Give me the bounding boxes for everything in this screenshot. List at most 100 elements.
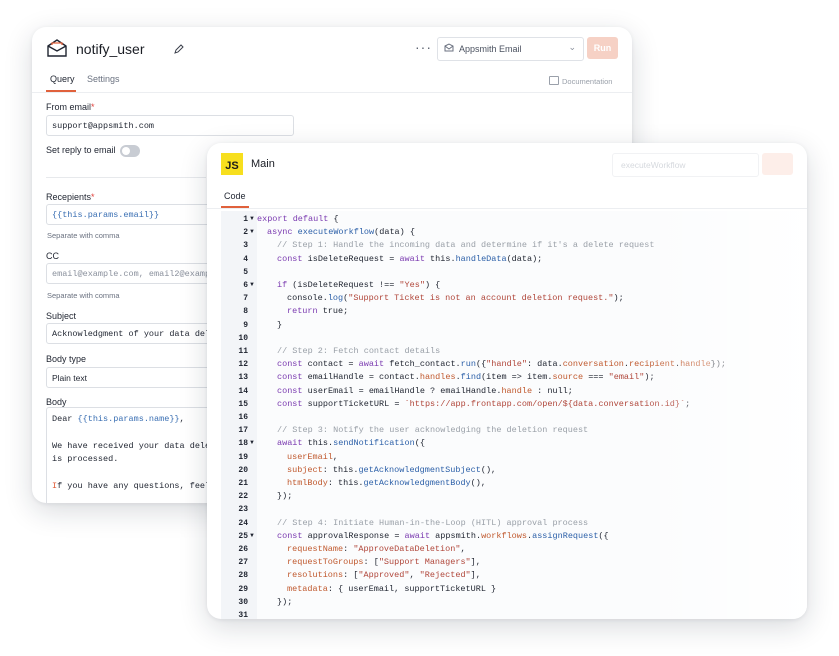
recipients-label: Recepients* [46, 192, 95, 202]
body-line-1: Dear {{this.params.name}}, [52, 414, 185, 424]
code-token: (item => item. [481, 372, 553, 383]
function-select[interactable]: executeWorkflow [612, 153, 759, 177]
line-number: 16 [238, 413, 248, 422]
code-token: "Approved" [358, 570, 410, 581]
code-token: run [460, 359, 476, 370]
code-line: // Step 1: Handle the incoming data and … [277, 239, 654, 252]
code-token: assignRequest [532, 530, 599, 541]
fold-arrow-icon[interactable]: ▼ [249, 437, 255, 450]
chevron-down-icon: ⌄ [568, 42, 576, 52]
code-token: handle [680, 359, 711, 370]
cc-hint: Separate with comma [47, 291, 120, 300]
code-token: contact = [302, 359, 359, 370]
line-number: 1 [243, 215, 248, 224]
query-name[interactable]: notify_user [76, 41, 144, 57]
code-line: if (isDeleteRequest !== "Yes") { [277, 279, 440, 292]
code-line: requestToGroups: ["Support Managers"], [287, 556, 481, 569]
code-token: isDeleteRequest = [302, 253, 400, 264]
code-token: === [583, 372, 609, 383]
code-token: if [277, 280, 288, 290]
reply-to-label: Set reply to email [46, 145, 116, 155]
code-token: "Yes" [399, 280, 425, 290]
line-number: 4 [243, 254, 248, 264]
documentation-link[interactable]: Documentation [549, 76, 612, 86]
line-number: 13 [238, 373, 248, 383]
code-token: supportTicketURL = [302, 398, 405, 409]
code-token: ; [685, 398, 691, 409]
code-token: ({ [598, 530, 609, 541]
line-number: 21 [238, 479, 248, 488]
code-token: ({ [414, 438, 425, 449]
documentation-label: Documentation [562, 77, 613, 86]
code-token: userEmail = emailHandle ? emailHandle. [302, 385, 502, 396]
code-token: : [ [343, 570, 359, 581]
code-line: requestName: "ApproveDataDeletion", [287, 543, 466, 556]
line-number: 2 [243, 228, 248, 238]
tab-query[interactable]: Query [50, 74, 75, 84]
mail-icon [444, 43, 454, 54]
fold-arrow-icon[interactable]: ▼ [249, 530, 255, 543]
js-object-name[interactable]: Main [251, 158, 275, 170]
code-token: `https://app.frontapp.com/open/${data.co… [404, 398, 686, 409]
code-line: }); [277, 490, 292, 503]
code-token: (), [480, 464, 497, 475]
datasource-select[interactable]: Appsmith Email ⌄ [437, 37, 584, 61]
code-token: metadata [287, 583, 328, 594]
line-number: 28 [238, 571, 248, 581]
code-token: getAcknowledgmentBody [363, 478, 471, 488]
tabs-divider [32, 92, 632, 93]
fold-arrow-icon[interactable]: ▼ [249, 213, 255, 226]
code-token: resolutions [287, 570, 344, 581]
code-line: const contact = await fetch_contact.run(… [277, 358, 726, 371]
code-token: "Support Ticket is not an account deleti… [348, 293, 614, 304]
run-button[interactable]: Run [587, 37, 618, 59]
line-number: 31 [238, 611, 248, 619]
from-email-field[interactable]: support@appsmith.com [46, 115, 294, 136]
code-token: (isDeleteRequest !== [287, 280, 400, 290]
code-token: await [399, 253, 425, 264]
code-token: const [277, 530, 303, 541]
code-token: , [332, 451, 339, 462]
line-number: 10 [238, 333, 248, 343]
code-token: handleData [455, 253, 507, 264]
fold-arrow-icon[interactable]: ▼ [249, 279, 255, 292]
code-line: const isDeleteRequest = await this.handl… [277, 253, 542, 266]
line-number: 27 [238, 558, 248, 568]
more-options-icon[interactable]: ··· [415, 39, 432, 55]
line-number: 3 [243, 241, 248, 251]
line-number: 17 [238, 426, 248, 436]
code-line: async executeWorkflow(data) { [267, 226, 415, 239]
code-token: const [277, 398, 303, 409]
js-run-button[interactable] [762, 153, 793, 175]
code-token: log [327, 293, 344, 304]
book-icon [549, 76, 559, 85]
code-token: // Step 1: Handle the incoming data and … [277, 240, 655, 251]
code-token: (data) { [374, 227, 415, 238]
code-token: fetch_contact. [384, 359, 461, 370]
code-token: "Support Managers" [378, 557, 471, 568]
body-text: Dear [52, 414, 78, 424]
code-token: find [460, 372, 482, 383]
code-line: } [277, 319, 282, 332]
reply-to-toggle[interactable] [120, 145, 140, 157]
code-token: { [328, 214, 339, 224]
edit-name-icon[interactable] [174, 41, 184, 59]
code-token: this. [424, 253, 456, 264]
tab-code[interactable]: Code [224, 191, 246, 201]
code-token: requestToGroups [287, 557, 364, 568]
line-number: 14 [238, 386, 248, 396]
fold-arrow-icon[interactable]: ▼ [249, 226, 255, 239]
code-token: true; [317, 306, 349, 317]
code-token: handles [419, 372, 456, 383]
code-line: resolutions: ["Approved", "Rejected"], [287, 569, 481, 582]
code-line: metadata: { userEmail, supportTicketURL … [287, 583, 496, 596]
code-line: // Step 3: Notify the user acknowledging… [277, 424, 588, 437]
code-token: }); [710, 359, 726, 370]
line-number: 15 [238, 399, 248, 409]
code-token: // Step 2: Fetch contact details [277, 346, 441, 356]
line-number: 25 [238, 531, 248, 541]
line-number: 6 [243, 281, 248, 290]
code-token: async [267, 227, 293, 238]
code-token: this. [302, 438, 334, 449]
tab-settings[interactable]: Settings [87, 74, 120, 84]
